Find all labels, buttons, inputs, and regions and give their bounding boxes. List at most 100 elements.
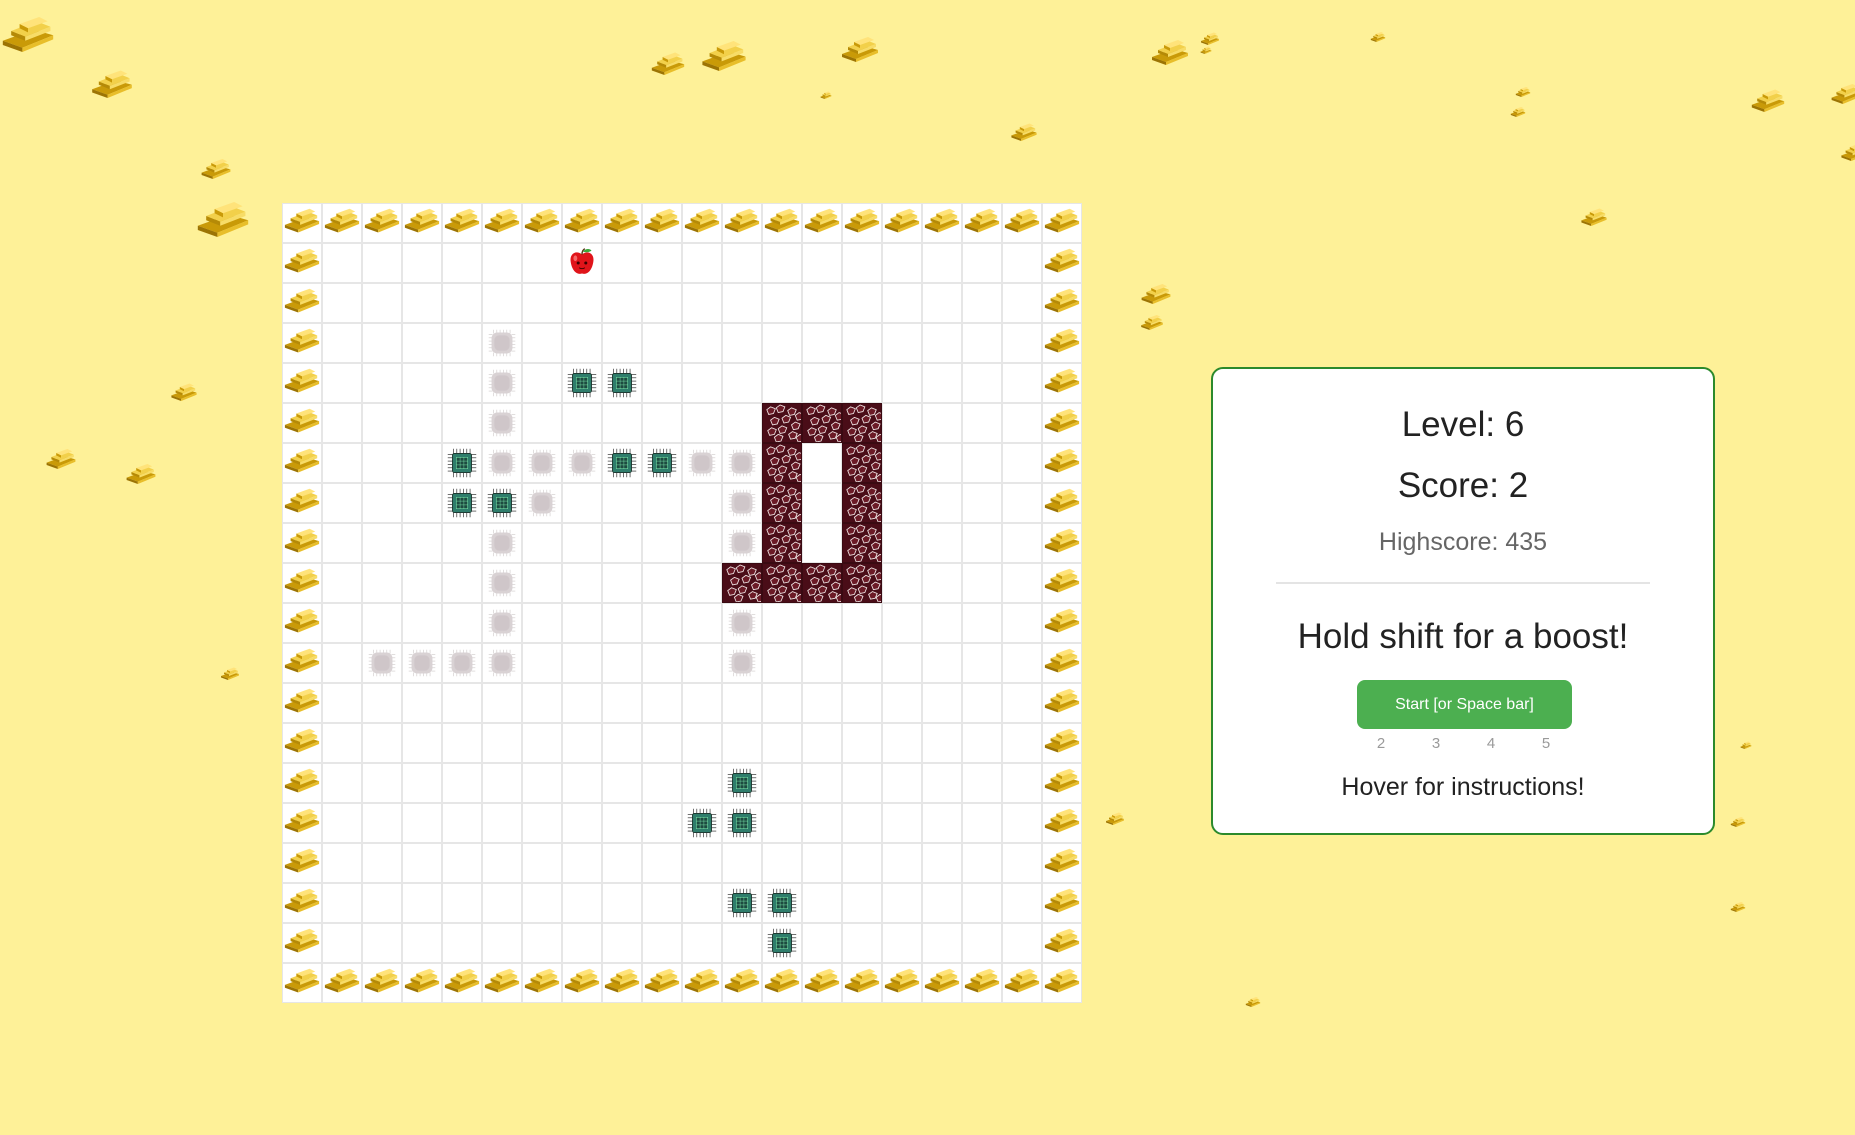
empty-cell [962, 483, 1002, 523]
microchip-icon [687, 808, 717, 838]
empty-cell [362, 363, 402, 403]
start-button[interactable]: Start [or Space bar] [1357, 680, 1572, 729]
empty-cell [522, 563, 562, 603]
empty-cell [442, 883, 482, 923]
empty-cell [842, 763, 882, 803]
wall-cell [1042, 563, 1082, 603]
empty-cell [362, 403, 402, 443]
gold-bars-icon [1044, 408, 1080, 433]
speed-option-3[interactable]: 3 [1426, 735, 1446, 752]
empty-cell [1002, 843, 1042, 883]
empty-cell [842, 883, 882, 923]
empty-cell [922, 403, 962, 443]
empty-cell [362, 603, 402, 643]
obstacle-cell [762, 523, 802, 563]
empty-cell [882, 723, 922, 763]
empty-cell [802, 443, 842, 483]
empty-cell [602, 643, 642, 683]
speed-option-2[interactable]: 2 [1371, 735, 1391, 752]
empty-cell [522, 403, 562, 443]
wall-cell [602, 963, 642, 1003]
obstacle-cell [842, 523, 882, 563]
empty-cell [922, 243, 962, 283]
cracked-rock-icon [763, 484, 801, 522]
empty-cell [1002, 483, 1042, 523]
gold-bars-icon [284, 368, 320, 393]
empty-cell [1002, 403, 1042, 443]
chip-ghost-icon [488, 449, 516, 477]
empty-cell [682, 763, 722, 803]
gold-bars-icon [604, 208, 640, 233]
microchip-icon [487, 488, 517, 518]
empty-cell [922, 603, 962, 643]
gold-bars-icon [284, 248, 320, 273]
empty-cell [842, 283, 882, 323]
empty-cell [402, 923, 442, 963]
empty-cell [962, 723, 1002, 763]
gold-bars-icon [404, 968, 440, 993]
wall-cell [842, 203, 882, 243]
empty-cell [602, 323, 642, 363]
wall-cell [402, 203, 442, 243]
empty-cell [922, 883, 962, 923]
empty-cell [402, 563, 442, 603]
empty-cell [762, 683, 802, 723]
wall-cell [442, 203, 482, 243]
chip-ghost-icon [728, 609, 756, 637]
wall-cell [842, 963, 882, 1003]
empty-cell [362, 323, 402, 363]
gold-bars-icon [564, 208, 600, 233]
empty-cell [842, 603, 882, 643]
empty-cell [762, 243, 802, 283]
snake-segment [442, 643, 482, 683]
gold-bars-icon [964, 968, 1000, 993]
speed-option-4[interactable]: 4 [1481, 735, 1501, 752]
gold-bars-icon [284, 848, 320, 873]
empty-cell [802, 363, 842, 403]
empty-cell [802, 603, 842, 643]
empty-cell [922, 643, 962, 683]
empty-cell [842, 923, 882, 963]
empty-cell [962, 523, 1002, 563]
gold-bars-icon [524, 968, 560, 993]
gold-bars-icon [1044, 648, 1080, 673]
chip-ghost-icon [488, 649, 516, 677]
empty-cell [562, 803, 602, 843]
instructions-label[interactable]: Hover for instructions! [1213, 773, 1713, 802]
chip-ghost-icon [528, 449, 556, 477]
empty-cell [922, 483, 962, 523]
empty-cell [802, 843, 842, 883]
empty-cell [762, 643, 802, 683]
empty-cell [322, 563, 362, 603]
empty-cell [882, 483, 922, 523]
wall-cell [482, 203, 522, 243]
empty-cell [402, 363, 442, 403]
apple-icon [570, 248, 594, 274]
wall-cell [962, 963, 1002, 1003]
wall-cell [442, 963, 482, 1003]
empty-cell [1002, 243, 1042, 283]
wall-cell [322, 963, 362, 1003]
wall-cell [722, 203, 762, 243]
speed-option-5[interactable]: 5 [1536, 735, 1556, 752]
empty-cell [522, 923, 562, 963]
gold-bars-icon [1044, 888, 1080, 913]
snake-segment [522, 443, 562, 483]
empty-cell [722, 403, 762, 443]
empty-cell [642, 363, 682, 403]
empty-cell [362, 763, 402, 803]
microchip-icon [447, 448, 477, 478]
empty-cell [482, 883, 522, 923]
empty-cell [762, 763, 802, 803]
cracked-rock-icon [843, 484, 881, 522]
wall-cell [482, 963, 522, 1003]
chip-cell [722, 763, 762, 803]
wall-cell [1042, 763, 1082, 803]
empty-cell [802, 483, 842, 523]
obstacle-cell [762, 403, 802, 443]
empty-cell [482, 723, 522, 763]
wall-cell [282, 723, 322, 763]
game-board[interactable] [282, 203, 1082, 1003]
empty-cell [322, 803, 362, 843]
gold-bars-icon [284, 528, 320, 553]
